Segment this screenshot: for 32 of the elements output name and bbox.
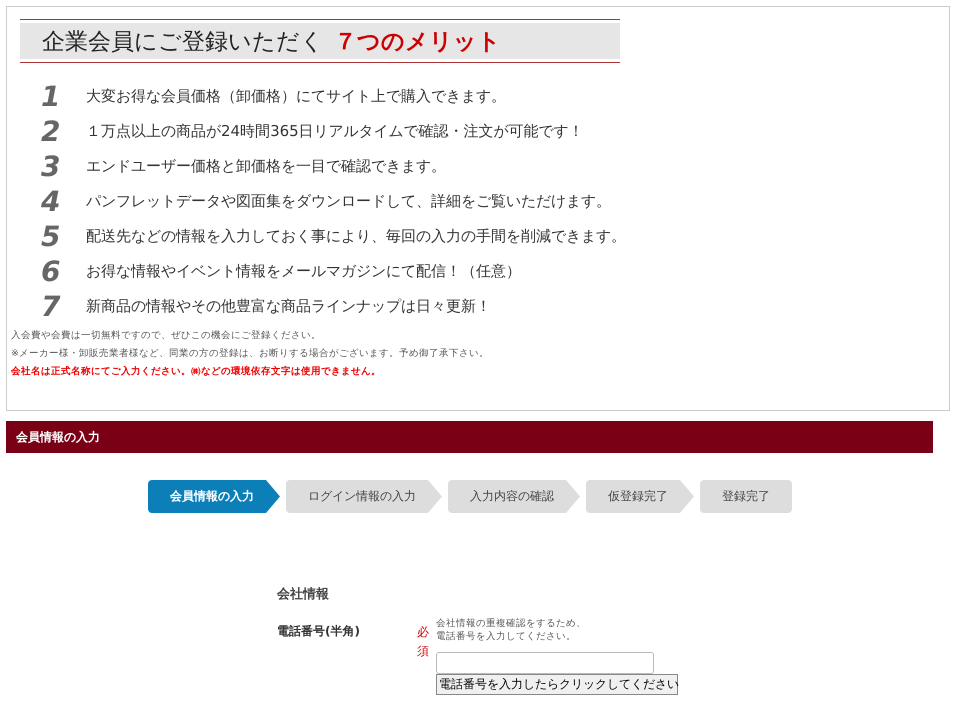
merit-number: 3 xyxy=(41,150,62,183)
progress-step: 登録完了 xyxy=(700,480,792,513)
banner-title: 企業会員にご登録いただく xyxy=(42,28,324,56)
input-field[interactable] xyxy=(436,652,654,674)
help-text: 会社情報の重複確認をするため、 xyxy=(436,617,587,630)
warning-note: 会社名は正式名称にてご入力ください。㈱などの環境依存文字は使用できません。 xyxy=(11,364,382,379)
merit-number: 6 xyxy=(41,255,62,288)
merit-text: 新商品の情報やその他豊富な商品ラインナップは日々更新！ xyxy=(86,297,491,316)
merit-number: 7 xyxy=(41,290,62,323)
merit-text: 大変お得な会員価格（卸価格）にてサイト上で購入できます。 xyxy=(86,87,506,106)
merit-number: 5 xyxy=(41,220,62,253)
progress-step: ログイン情報の入力 xyxy=(286,480,442,513)
required-mark: 必須 xyxy=(417,624,429,660)
field-label: 電話番号(半角) xyxy=(277,623,361,640)
progress-step: 会員情報の入力 xyxy=(148,480,280,513)
merit-number: 2 xyxy=(41,115,62,148)
check-button[interactable]: 電話番号を入力したらクリックしてください xyxy=(436,674,678,695)
merit-text: お得な情報やイベント情報をメールマガジンにて配信！（任意） xyxy=(86,262,521,281)
banner-highlight: ７つのメリット xyxy=(334,28,501,56)
progress-step: 仮登録完了 xyxy=(586,480,694,513)
form-heading: 会社情報 xyxy=(277,586,330,603)
progress-step: 入力内容の確認 xyxy=(448,480,580,513)
section-title: 会員情報の入力 xyxy=(16,428,100,446)
merit-number: 1 xyxy=(41,80,62,113)
merit-text: １万点以上の商品が24時間365日リアルタイムで確認・注文が可能です！ xyxy=(86,122,584,141)
help-text: 電話番号を入力してください。 xyxy=(436,630,577,643)
merit-text: エンドユーザー価格と卸価格を一目で確認できます。 xyxy=(86,157,446,176)
note-text: 入会費や会費は一切無料ですので、ぜひこの機会にご登録ください。 xyxy=(11,329,322,343)
merit-text: パンフレットデータや図面集をダウンロードして、詳細をご覧いただけます。 xyxy=(86,192,611,211)
note-text: ※メーカー様・卸販売業者様など、同業の方の登録は、お断りする場合がございます。予め御了承下さい。 xyxy=(11,347,490,361)
merit-text: 配送先などの情報を入力しておく事により、毎回の入力の手間を削減できます。 xyxy=(86,227,626,246)
merit-number: 4 xyxy=(41,185,62,218)
